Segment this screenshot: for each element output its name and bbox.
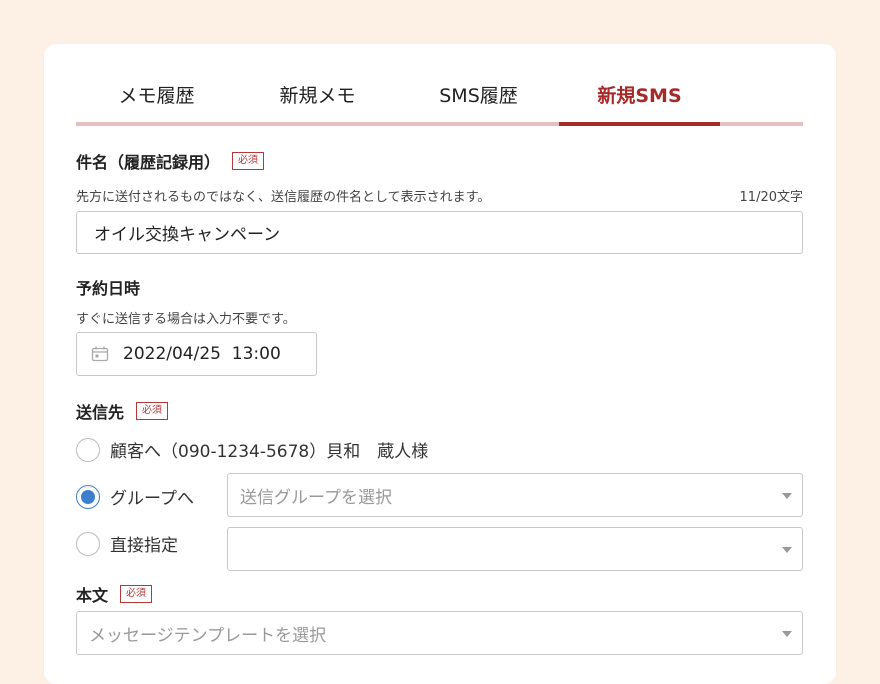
chevron-down-icon	[782, 631, 792, 637]
tab-bar: メモ履歴 新規メモ SMS履歴 新規SMS	[76, 74, 803, 126]
required-badge: 必須	[136, 402, 169, 420]
template-select-placeholder: メッセージテンプレートを選択	[89, 625, 327, 646]
recipient-label: 送信先	[76, 403, 125, 422]
subject-input[interactable]: オイル交換キャンペーン	[76, 211, 803, 254]
subject-char-counter: 11/20文字	[739, 190, 803, 205]
schedule-label-row: 予約日時	[76, 275, 140, 299]
recipient-option-direct-label: 直接指定	[110, 536, 178, 556]
required-badge: 必須	[120, 585, 153, 603]
recipient-option-customer-label: 顧客へ（090-1234-5678）貝和 蔵人様	[110, 442, 429, 462]
tab-new-memo[interactable]: 新規メモ	[237, 74, 398, 122]
recipient-label-row: 送信先 必須	[76, 399, 169, 423]
subject-label-row: 件名（履歴記録用） 必須	[76, 149, 265, 173]
group-select[interactable]: 送信グループを選択	[227, 473, 803, 517]
recipient-option-group[interactable]: グループへ	[76, 484, 194, 509]
subject-label: 件名（履歴記録用）	[76, 153, 221, 172]
group-select-placeholder: 送信グループを選択	[240, 487, 392, 508]
tab-new-sms[interactable]: 新規SMS	[559, 74, 720, 126]
schedule-datetime-value: 2022/04/25 13:00	[123, 344, 281, 364]
recipient-option-direct[interactable]: 直接指定	[76, 531, 178, 556]
schedule-help-text: すぐに送信する場合は入力不要です。	[76, 312, 296, 327]
direct-select[interactable]	[227, 527, 803, 571]
sms-form-card: メモ履歴 新規メモ SMS履歴 新規SMS 件名（履歴記録用） 必須 先方に送付…	[44, 44, 836, 684]
required-badge: 必須	[232, 152, 265, 170]
calendar-icon	[91, 346, 109, 362]
subject-input-value: オイル交換キャンペーン	[94, 225, 281, 245]
chevron-down-icon	[782, 547, 792, 553]
chevron-down-icon	[782, 493, 792, 499]
recipient-option-group-label: グループへ	[110, 489, 194, 509]
recipient-option-customer[interactable]: 顧客へ（090-1234-5678）貝和 蔵人様	[76, 437, 428, 462]
schedule-datetime-input[interactable]: 2022/04/25 13:00	[76, 332, 317, 376]
tab-memo-history[interactable]: メモ履歴	[76, 74, 237, 122]
schedule-label: 予約日時	[76, 279, 141, 298]
radio-group[interactable]	[76, 484, 100, 509]
subject-help-text: 先方に送付されるものではなく、送信履歴の件名として表示されます。	[76, 190, 491, 205]
body-label-row: 本文 必須	[76, 582, 153, 606]
template-select[interactable]: メッセージテンプレートを選択	[76, 611, 803, 655]
body-label: 本文	[76, 586, 109, 605]
radio-customer[interactable]	[76, 437, 100, 462]
radio-direct[interactable]	[76, 531, 100, 556]
tab-sms-history[interactable]: SMS履歴	[398, 74, 559, 122]
